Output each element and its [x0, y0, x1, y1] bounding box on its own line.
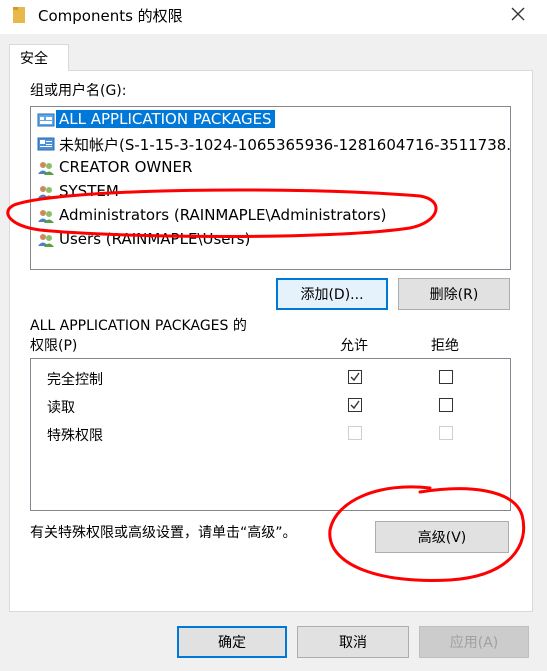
unknown-account-icon	[37, 137, 55, 151]
window-title: Components 的权限	[38, 7, 183, 25]
ok-button[interactable]: 确定	[177, 626, 287, 658]
deny-full-control-checkbox[interactable]	[439, 370, 453, 384]
checkmark-icon	[350, 372, 360, 382]
permission-name: 特殊权限	[47, 428, 103, 444]
allow-special-checkbox	[348, 426, 362, 440]
users-group-icon	[38, 186, 54, 199]
app-packages-icon	[37, 113, 55, 127]
user-name: 未知帐户(S-1-15-3-1024-1065365936-1281604716…	[59, 136, 511, 154]
users-group-icon	[38, 210, 54, 223]
permissions-label: 权限(P)	[30, 338, 78, 354]
user-name: CREATOR OWNER	[59, 158, 193, 176]
user-name: Users (RAINMAPLE\Users)	[59, 230, 251, 248]
group-or-user-label: 组或用户名(G):	[30, 83, 127, 99]
folder-icon	[13, 7, 25, 23]
remove-button[interactable]: 删除(R)	[398, 278, 510, 310]
user-name: Administrators (RAINMAPLE\Administrators…	[59, 206, 387, 224]
permissions-heading: ALL APPLICATION PACKAGES 的	[30, 318, 247, 334]
advanced-hint-text: 有关特殊权限或高级设置，请单击“高级”。	[30, 525, 297, 541]
advanced-button[interactable]: 高级(V)	[375, 521, 509, 553]
permissions-list: 完全控制 读取 特殊权限	[30, 358, 511, 511]
allow-column-header: 允许	[340, 338, 368, 354]
deny-read-checkbox[interactable]	[439, 398, 453, 412]
title-bar: Components 的权限	[0, 0, 547, 34]
add-button[interactable]: 添加(D)...	[276, 278, 388, 310]
apply-button[interactable]: 应用(A)	[419, 626, 529, 658]
deny-column-header: 拒绝	[431, 338, 459, 354]
users-group-icon	[38, 162, 54, 175]
tab-security-label: 安全	[20, 51, 48, 67]
close-icon[interactable]	[508, 4, 528, 24]
deny-special-checkbox	[439, 426, 453, 440]
tab-security[interactable]: 安全	[9, 44, 69, 71]
users-group-icon	[38, 234, 54, 247]
user-name: SYSTEM	[59, 182, 119, 200]
permission-name: 读取	[47, 400, 75, 416]
checkmark-icon	[350, 400, 360, 410]
user-list[interactable]: ALL APPLICATION PACKAGES 未知帐户(S-1-15-3-1…	[30, 106, 511, 270]
user-name: ALL APPLICATION PACKAGES	[56, 110, 275, 128]
allow-full-control-checkbox[interactable]	[348, 370, 362, 384]
cancel-button[interactable]: 取消	[297, 626, 409, 658]
allow-read-checkbox[interactable]	[348, 398, 362, 412]
permission-name: 完全控制	[47, 372, 103, 388]
